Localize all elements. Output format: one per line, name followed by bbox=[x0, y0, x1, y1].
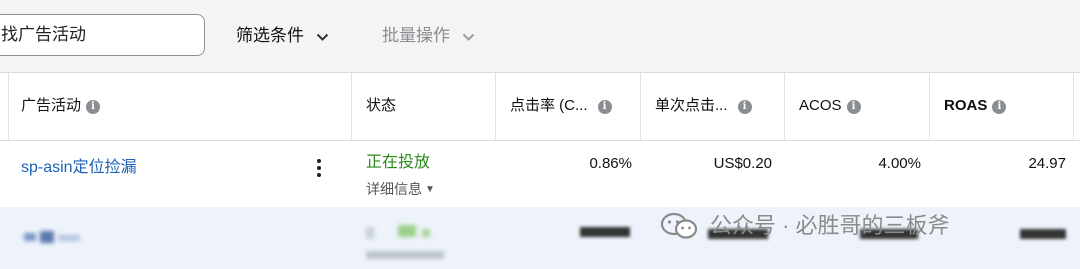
caret-down-icon: ▼ bbox=[425, 184, 435, 195]
bulk-actions-label: 批量操作 bbox=[382, 26, 450, 45]
acos-value: 4.00% bbox=[878, 155, 921, 172]
chevron-down-icon bbox=[316, 23, 329, 51]
header-campaign[interactable]: 广告活动 i bbox=[21, 95, 101, 117]
filter-label: 筛选条件 bbox=[236, 26, 304, 45]
search-input[interactable]: 找广告活动 bbox=[0, 14, 205, 56]
more-options-icon[interactable] bbox=[316, 159, 322, 179]
cpc-value: US$0.20 bbox=[713, 155, 772, 172]
bulk-actions-button[interactable]: 批量操作 bbox=[382, 22, 475, 50]
header-ctr[interactable]: 点击率 (C... i bbox=[510, 95, 612, 117]
status-details-toggle[interactable]: 详细信息 ▼ bbox=[366, 179, 435, 200]
redacted-text bbox=[366, 227, 374, 239]
toolbar: 找广告活动 筛选条件 批量操作 bbox=[0, 0, 1080, 72]
status-text: 正在投放 bbox=[366, 154, 431, 171]
chevron-down-icon bbox=[462, 23, 475, 51]
redacted-status bbox=[422, 229, 430, 237]
ctr-value: 0.86% bbox=[589, 155, 632, 172]
redacted-value bbox=[580, 227, 630, 237]
redacted-value bbox=[1020, 229, 1066, 239]
wechat-logo-icon bbox=[660, 212, 700, 240]
watermark-text: 公众号 · 必胜哥的三板斧 bbox=[710, 213, 950, 238]
info-icon[interactable]: i bbox=[86, 100, 101, 114]
filter-dropdown-button[interactable]: 筛选条件 bbox=[236, 22, 329, 50]
header-roas[interactable]: ROAS i bbox=[944, 95, 1007, 117]
info-icon[interactable]: i bbox=[992, 100, 1007, 114]
table-header-row: 广告活动 i 状态 点击率 (C... i 单次点击... i ACOS i ROAS i bbox=[0, 72, 1080, 141]
header-cpc[interactable]: 单次点击... i bbox=[655, 95, 752, 117]
info-icon[interactable]: i bbox=[737, 100, 752, 114]
redacted-status bbox=[398, 225, 416, 237]
header-status[interactable]: 状态 bbox=[366, 95, 396, 117]
redacted-text bbox=[58, 235, 80, 241]
campaign-name-link[interactable]: sp-asin定位捡漏 bbox=[21, 156, 137, 180]
redacted-text bbox=[40, 231, 54, 243]
roas-value: 24.97 bbox=[1028, 155, 1066, 172]
info-icon[interactable]: i bbox=[597, 100, 612, 114]
table-row: sp-asin定位捡漏 正在投放 详细信息 ▼ 0.86% US$0.20 4.0… bbox=[0, 141, 1080, 207]
info-icon[interactable]: i bbox=[846, 100, 861, 114]
redacted-text bbox=[366, 251, 444, 259]
header-acos[interactable]: ACOS i bbox=[799, 95, 861, 117]
redacted-text bbox=[24, 233, 36, 241]
